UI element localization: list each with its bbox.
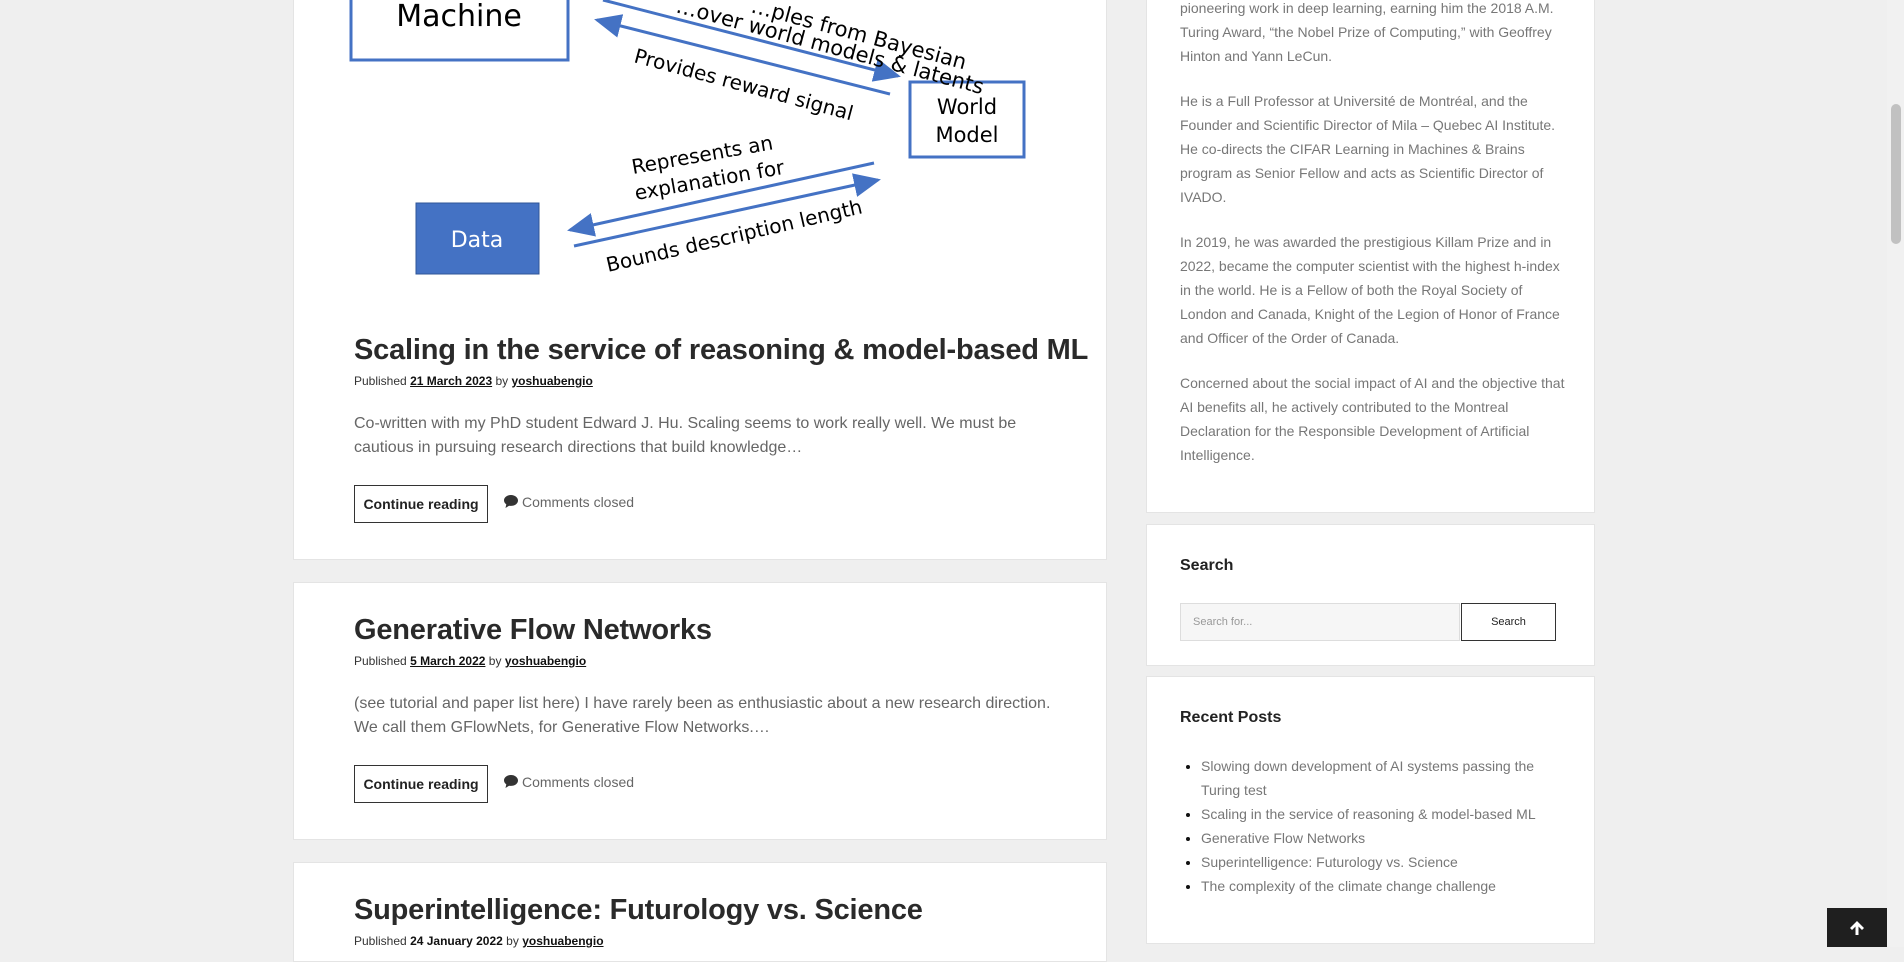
recent-post-item[interactable]: Scaling in the service of reasoning & mo… <box>1201 802 1561 826</box>
continue-reading-button[interactable]: Continue reading <box>354 765 488 803</box>
search-widget <box>1146 524 1595 666</box>
published-label: Published <box>354 374 407 388</box>
comments-status: Comments closed <box>504 774 634 790</box>
recent-post-link[interactable]: Slowing down development of AI systems p… <box>1201 758 1534 798</box>
continue-reading-button[interactable]: Continue reading <box>354 485 488 523</box>
post-excerpt: (see tutorial and paper list here) I hav… <box>354 695 1051 736</box>
back-to-top-button[interactable] <box>1827 908 1887 947</box>
post-date-link[interactable]: 24 January 2022 <box>410 934 503 948</box>
search-button[interactable]: Search <box>1461 603 1556 641</box>
post-meta: Published 5 March 2022 by yoshuabengio <box>354 654 586 668</box>
recent-post-link[interactable]: Superintelligence: Futurology vs. Scienc… <box>1201 854 1458 870</box>
recent-post-item[interactable]: The complexity of the climate change cha… <box>1201 874 1561 898</box>
post-date-link[interactable]: 5 March 2022 <box>410 654 485 668</box>
machine-label: Machine <box>396 0 522 34</box>
bio-paragraph-2: He is a Full Professor at Université de … <box>1180 93 1556 205</box>
by-label: by <box>506 934 519 948</box>
recent-posts-title: Recent Posts <box>1180 709 1282 726</box>
recent-post-item[interactable]: Generative Flow Networks <box>1201 826 1561 850</box>
comments-label: Comments closed <box>522 774 635 790</box>
author-link[interactable]: yoshuabengio <box>522 934 603 948</box>
post-meta: Published 21 March 2023 by yoshuabengio <box>354 374 593 388</box>
recent-posts-list: Slowing down development of AI systems p… <box>1180 754 1561 898</box>
bio-paragraph-4: Concerned about the social impact of AI … <box>1180 375 1565 463</box>
comments-label: Comments closed <box>522 494 635 510</box>
recent-post-link[interactable]: Generative Flow Networks <box>1201 830 1365 846</box>
post-excerpt: Co-written with my PhD student Edward J.… <box>354 415 1017 456</box>
post-title[interactable]: Scaling in the service of reasoning & mo… <box>354 334 1088 367</box>
author-link[interactable]: yoshuabengio <box>505 654 586 668</box>
search-widget-title: Search <box>1180 557 1234 574</box>
arrow-up-icon <box>1850 920 1864 935</box>
author-link[interactable]: yoshuabengio <box>512 374 593 388</box>
recent-post-item[interactable]: Superintelligence: Futurology vs. Scienc… <box>1201 850 1561 874</box>
bio-paragraph-3: In 2019, he was awarded the prestigious … <box>1180 234 1560 346</box>
post-title[interactable]: Superintelligence: Futurology vs. Scienc… <box>354 894 923 927</box>
world-model-label-1: World <box>937 95 997 119</box>
by-label: by <box>495 374 509 388</box>
post-title[interactable]: Generative Flow Networks <box>354 614 712 647</box>
recent-post-link[interactable]: The complexity of the climate change cha… <box>1201 878 1496 894</box>
data-label: Data <box>451 228 504 253</box>
comments-status: Comments closed <box>504 494 634 510</box>
comment-icon <box>504 775 518 788</box>
published-label: Published <box>354 934 407 948</box>
recent-post-item[interactable]: Slowing down development of AI systems p… <box>1201 754 1561 802</box>
by-label: by <box>488 654 502 668</box>
page-scrollbar[interactable] <box>1887 0 1904 947</box>
recent-post-link[interactable]: Scaling in the service of reasoning & mo… <box>1201 806 1536 822</box>
published-label: Published <box>354 654 407 668</box>
search-input[interactable] <box>1180 603 1460 641</box>
arrow-bounds-label: Bounds description length <box>604 195 865 277</box>
bio-paragraph-1: pioneering work in deep learning, earnin… <box>1180 0 1554 64</box>
comment-icon <box>504 495 518 508</box>
post-date-link[interactable]: 21 March 2023 <box>410 374 492 388</box>
scrollbar-thumb[interactable] <box>1891 104 1901 244</box>
post-diagram: Machine World Model Data …ples from Baye… <box>349 0 1026 277</box>
world-model-label-2: Model <box>935 123 998 147</box>
post-meta: Published 24 January 2022 by yoshuabengi… <box>354 934 604 948</box>
